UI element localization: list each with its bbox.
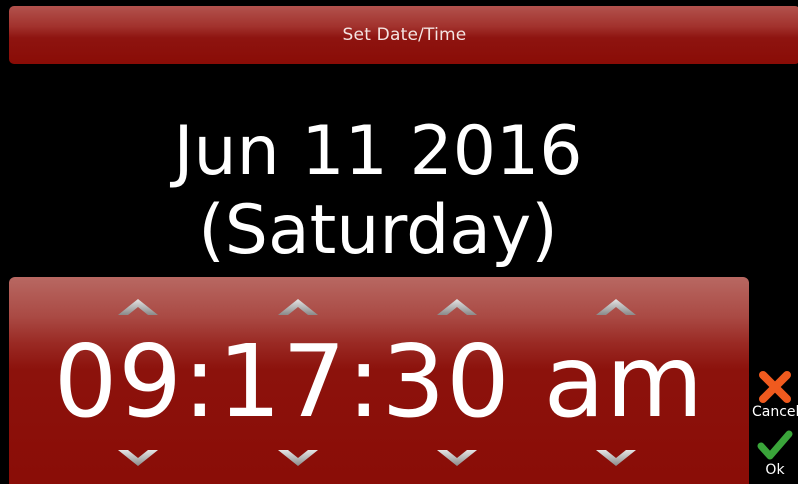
cancel-label: Cancel — [752, 404, 798, 420]
hour-down-arrow-icon[interactable] — [118, 448, 158, 468]
cancel-button[interactable]: Cancel — [752, 370, 798, 420]
meridiem-down-arrow-icon[interactable] — [596, 448, 636, 468]
second-down-arrow-icon[interactable] — [437, 448, 477, 468]
checkmark-icon — [757, 430, 793, 460]
set-date-time-screen: Set Date/Time Jun 11 2016 (Saturday) 09:… — [0, 0, 798, 484]
weekday-text: (Saturday) — [198, 191, 558, 270]
time-picker-panel: 09:17:30 am — [9, 277, 749, 484]
ok-button[interactable]: Ok — [752, 430, 798, 478]
ok-label: Ok — [765, 462, 785, 478]
minute-down-arrow-icon[interactable] — [278, 448, 318, 468]
page-title: Set Date/Time — [342, 25, 467, 45]
date-display: Jun 11 2016 (Saturday) — [0, 112, 756, 270]
meridiem-up-arrow-icon[interactable] — [596, 297, 636, 317]
minute-up-arrow-icon[interactable] — [278, 297, 318, 317]
title-bar: Set Date/Time — [9, 6, 798, 64]
hour-up-arrow-icon[interactable] — [118, 297, 158, 317]
time-value: 09:17:30 am — [53, 323, 705, 440]
close-x-icon — [759, 371, 791, 403]
second-up-arrow-icon[interactable] — [437, 297, 477, 317]
date-text: Jun 11 2016 — [173, 112, 583, 191]
